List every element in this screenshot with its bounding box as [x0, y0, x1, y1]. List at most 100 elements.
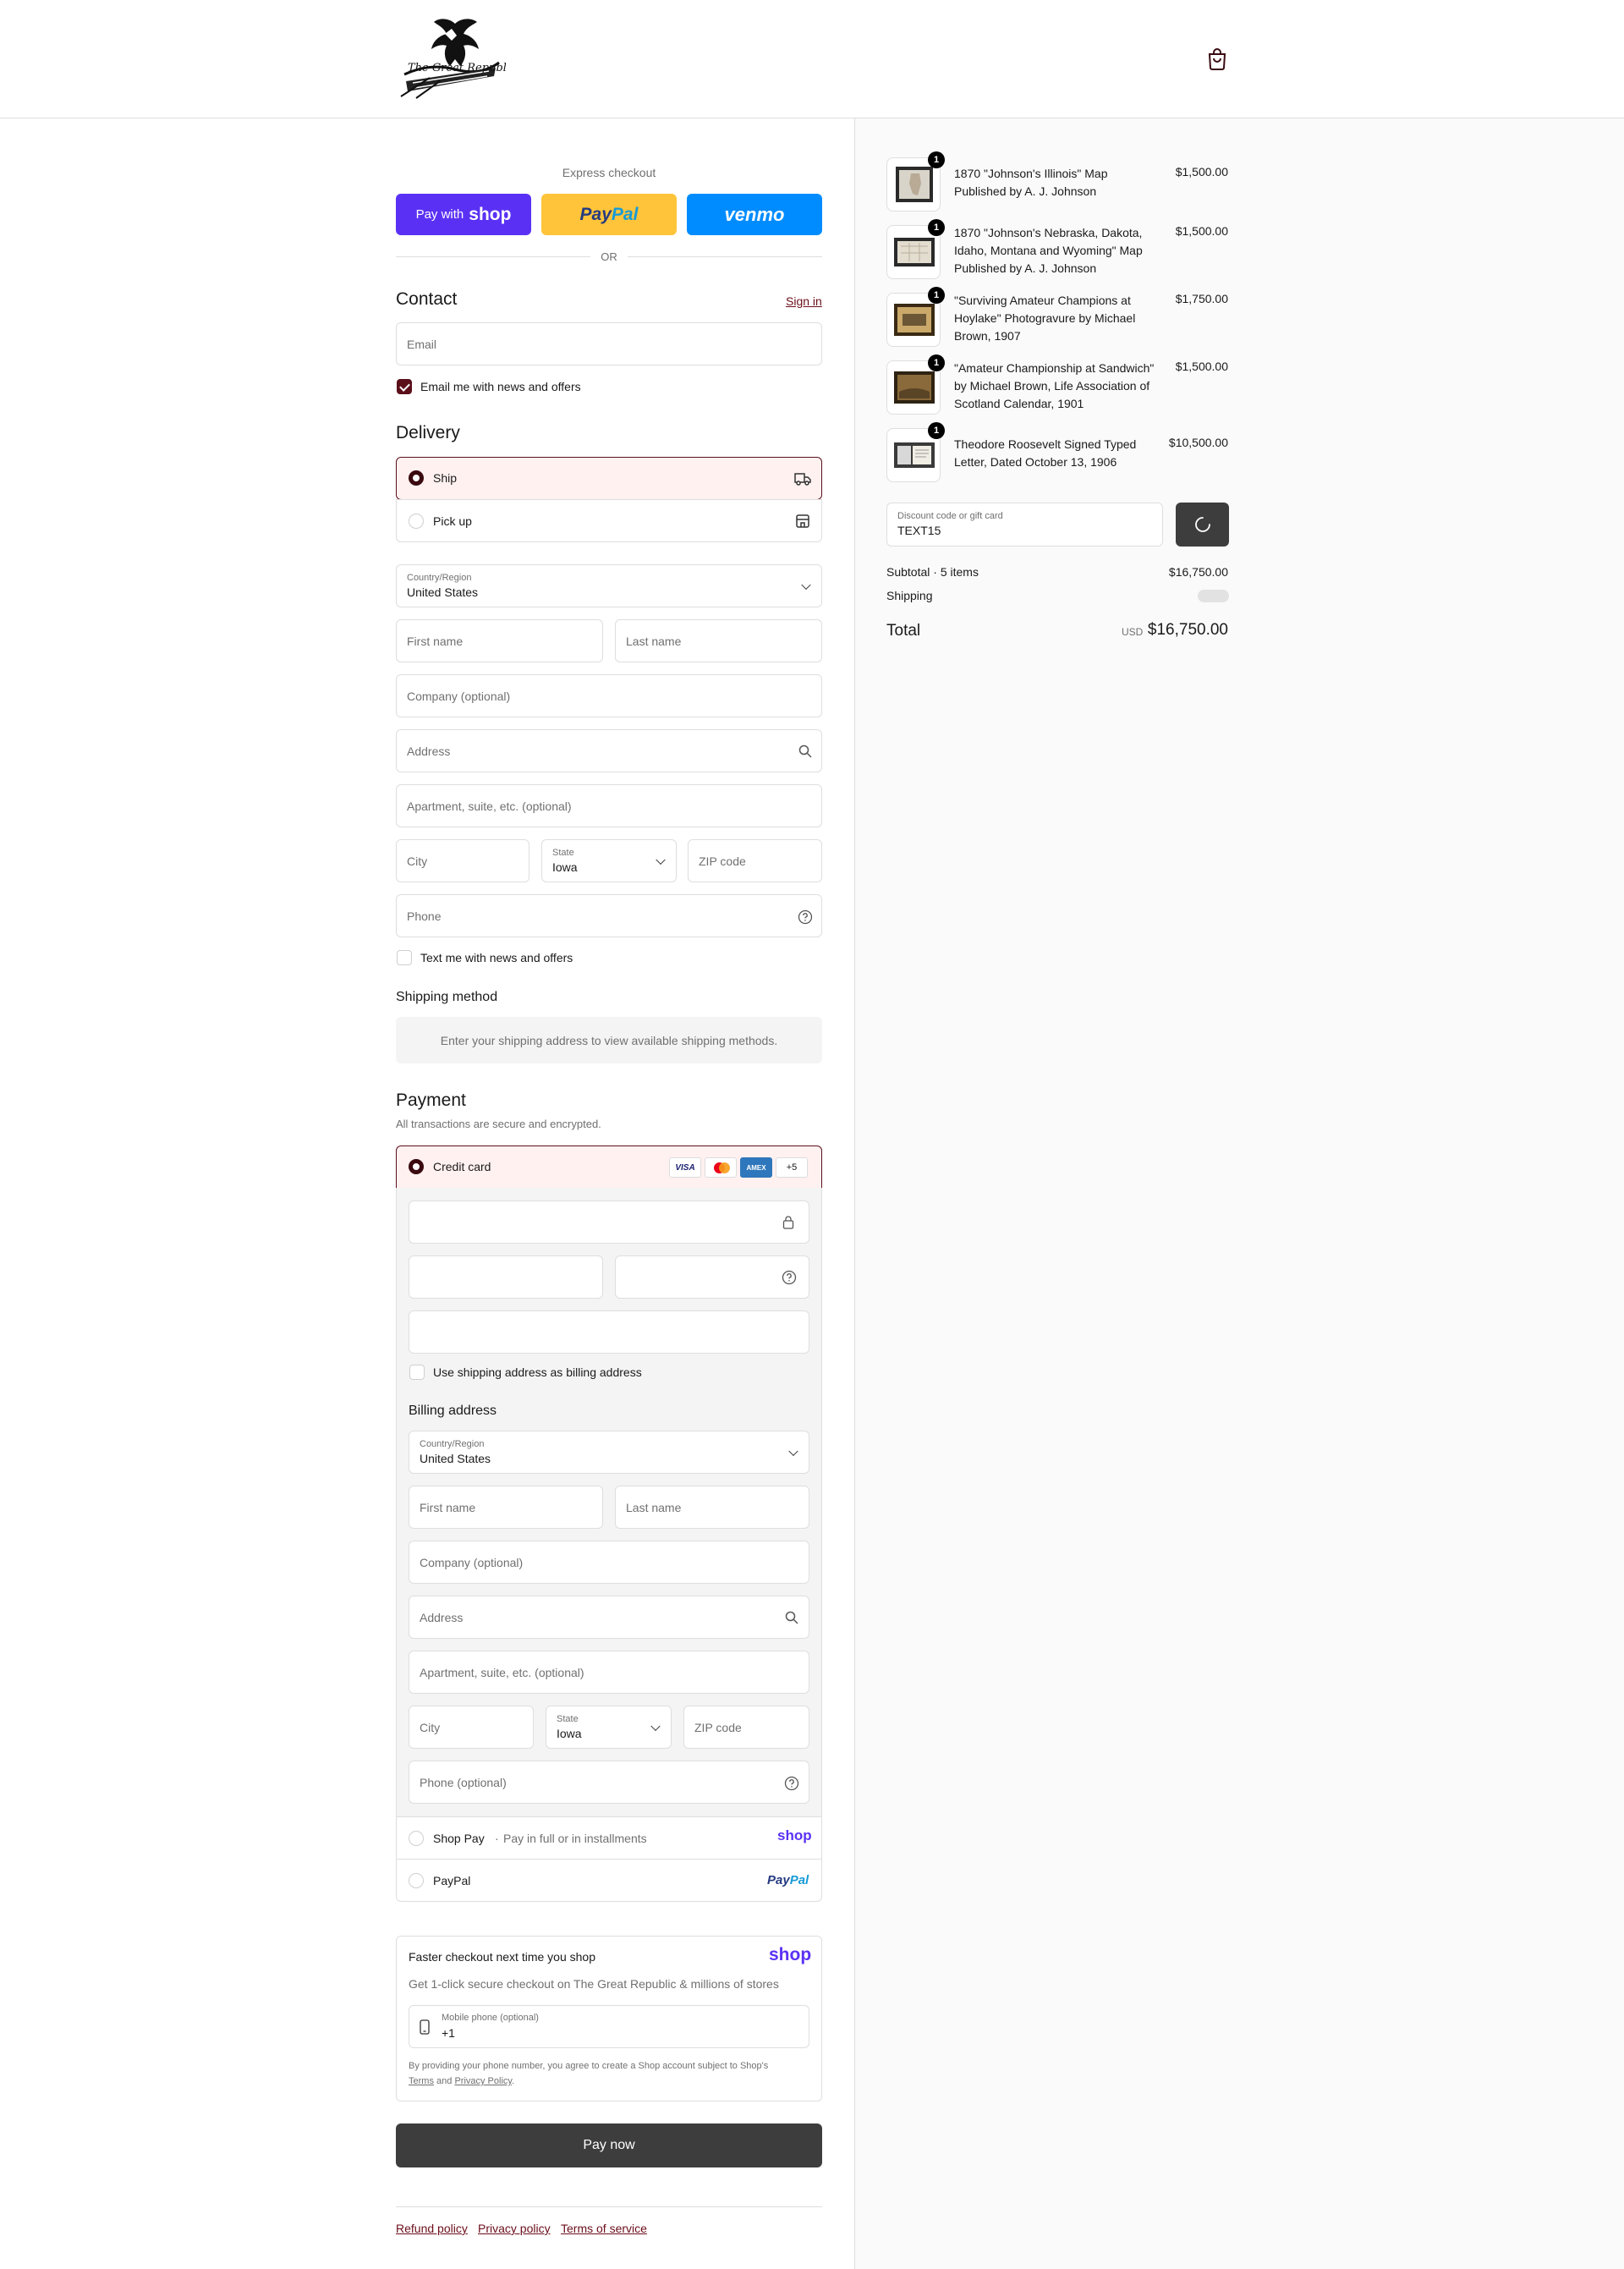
discount-value: TEXT15: [897, 524, 941, 537]
mobile-phone-field[interactable]: Mobile phone (optional) +1: [409, 2005, 809, 2048]
billing-state-select[interactable]: State Iowa: [546, 1706, 672, 1749]
billing-address-field[interactable]: Address: [409, 1596, 809, 1639]
paypal-logo-a: Pay: [579, 204, 612, 224]
billing-apartment-placeholder: Apartment, suite, etc. (optional): [420, 1665, 584, 1679]
shop-logo: shop: [469, 204, 512, 224]
item-thumbnail: 1: [886, 219, 945, 279]
venmo-logo: venmo: [724, 203, 785, 225]
billing-phone-placeholder: Phone (optional): [420, 1775, 507, 1789]
billing-country-select[interactable]: Country/Region United States: [409, 1431, 809, 1474]
loading-spinner-icon: [1195, 517, 1210, 532]
billing-first-name-field[interactable]: First name: [409, 1486, 603, 1529]
ship-radio[interactable]: [409, 470, 424, 486]
first-name-field[interactable]: First name: [396, 619, 603, 662]
use-shipping-checkbox[interactable]: [409, 1365, 425, 1380]
item-title: 1870 "Johnson's Illinois" Map Published …: [954, 167, 1108, 198]
payment-heading: Payment: [396, 1091, 466, 1110]
shop-pay-option[interactable]: Shop Pay · Pay in full or in installment…: [396, 1816, 822, 1860]
store-icon: [796, 514, 809, 528]
billing-phone-field[interactable]: Phone (optional): [409, 1761, 809, 1804]
shop-logo: shop: [777, 1827, 812, 1843]
card-number-field[interactable]: [409, 1200, 809, 1244]
apply-discount-button[interactable]: [1176, 503, 1229, 547]
store-logo[interactable]: The Great Republic: [396, 15, 506, 102]
ship-option[interactable]: Ship: [396, 457, 822, 500]
subtotal-label: Subtotal · 5 items: [886, 565, 979, 579]
billing-country-value: United States: [420, 1452, 491, 1465]
pickup-radio[interactable]: [409, 514, 424, 529]
pickup-option[interactable]: Pick up: [396, 499, 822, 542]
search-icon: [785, 1611, 798, 1624]
expiry-field[interactable]: [409, 1255, 603, 1299]
roosevelt-letter-image: [894, 442, 935, 468]
quantity-badge: 1: [928, 354, 945, 371]
state-label: State: [552, 848, 574, 858]
shop-privacy-link[interactable]: Privacy Policy: [454, 2076, 512, 2086]
credit-card-option[interactable]: Credit card VISA AMEX +5: [396, 1145, 822, 1189]
phone-field[interactable]: Phone: [396, 894, 822, 937]
paypal-option[interactable]: PayPal PayPal: [396, 1859, 822, 1902]
item-title: "Surviving Amateur Champions at Hoylake"…: [954, 294, 1136, 343]
apartment-field[interactable]: Apartment, suite, etc. (optional): [396, 784, 822, 827]
paypal-label: PayPal: [433, 1874, 471, 1887]
use-shipping-label: Use shipping address as billing address: [433, 1365, 642, 1379]
shop-terms-link[interactable]: Terms: [409, 2076, 434, 2086]
shopping-bag-icon[interactable]: [1207, 48, 1227, 70]
last-name-field[interactable]: Last name: [615, 619, 822, 662]
email-placeholder: Email: [407, 337, 437, 351]
email-news-checkbox[interactable]: [397, 379, 412, 394]
shop-pay-button[interactable]: Pay with shop: [396, 194, 531, 235]
address-field[interactable]: Address: [396, 729, 822, 772]
billing-company-field[interactable]: Company (optional): [409, 1541, 809, 1584]
billing-city-field[interactable]: City: [409, 1706, 534, 1749]
pay-now-button[interactable]: Pay now: [396, 2123, 822, 2167]
shipping-method-heading: Shipping method: [396, 990, 498, 1004]
company-field[interactable]: Company (optional): [396, 674, 822, 717]
svg-text:The Great Republic: The Great Republic: [408, 62, 506, 74]
sign-in-link[interactable]: Sign in: [786, 294, 822, 308]
chevron-down-icon: [801, 580, 811, 590]
zip-field[interactable]: ZIP code: [688, 839, 822, 882]
billing-company-placeholder: Company (optional): [420, 1555, 524, 1569]
discount-code-field[interactable]: Discount code or gift card TEXT15: [886, 503, 1163, 547]
paypal-radio[interactable]: [409, 1873, 424, 1888]
venmo-button[interactable]: venmo: [687, 194, 822, 235]
mobile-phone-value: +1: [442, 2026, 455, 2040]
city-field[interactable]: City: [396, 839, 529, 882]
billing-zip-field[interactable]: ZIP code: [683, 1706, 809, 1749]
payment-subtitle: All transactions are secure and encrypte…: [396, 1118, 601, 1130]
paypal-button[interactable]: Pay Pal: [541, 194, 677, 235]
credit-card-radio[interactable]: [409, 1159, 424, 1174]
terms-of-service-link[interactable]: Terms of service: [561, 2222, 647, 2235]
hoylake-photogravure-image: [894, 304, 935, 336]
help-circle-icon[interactable]: [782, 1270, 797, 1285]
state-select[interactable]: State Iowa: [541, 839, 677, 882]
security-code-field[interactable]: [615, 1255, 809, 1299]
billing-address-placeholder: Address: [420, 1610, 464, 1624]
country-label: Country/Region: [407, 573, 472, 583]
help-circle-icon[interactable]: [784, 1776, 799, 1791]
billing-apartment-field[interactable]: Apartment, suite, etc. (optional): [409, 1651, 809, 1694]
item-title: 1870 "Johnson's Nebraska, Dakota, Idaho,…: [954, 226, 1143, 275]
nebraska-map-image: [894, 238, 935, 266]
pickup-label: Pick up: [433, 514, 472, 528]
email-field[interactable]: Email: [396, 322, 822, 365]
paypal-logo: PayPal: [767, 1873, 809, 1887]
billing-last-name-field[interactable]: Last name: [615, 1486, 809, 1529]
lock-icon: [782, 1216, 794, 1229]
or-separator: OR: [601, 250, 617, 263]
privacy-policy-link[interactable]: Privacy policy: [478, 2222, 551, 2235]
item-price: $1,500.00: [1175, 165, 1228, 179]
visa-icon: VISA: [669, 1157, 701, 1178]
name-on-card-field[interactable]: [409, 1310, 809, 1354]
chevron-down-icon: [788, 1446, 798, 1456]
email-news-label: Email me with news and offers: [420, 380, 581, 393]
text-news-checkbox[interactable]: [397, 950, 412, 965]
country-select[interactable]: Country/Region United States: [396, 564, 822, 607]
shop-pay-radio[interactable]: [409, 1831, 424, 1846]
shop-promo-card: Faster checkout next time you shop shop …: [396, 1936, 822, 2101]
help-circle-icon[interactable]: [798, 909, 813, 925]
shop-pay-dot: ·: [495, 1832, 499, 1845]
refund-policy-link[interactable]: Refund policy: [396, 2222, 468, 2235]
item-thumbnail: 1: [886, 287, 945, 347]
